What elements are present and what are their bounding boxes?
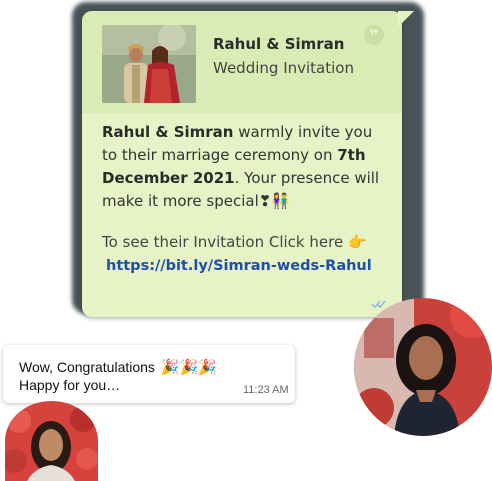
bubble-tail [398,11,414,27]
reply-text-line2: Happy for you… [19,377,121,393]
message-names: Rahul & Simran [102,123,234,141]
message-emoji: ❣👫 [258,192,290,210]
party-popper-emoji: 🎉🎉🎉 [160,359,217,376]
invitation-cta: To see their Invitation Click here 👉 [102,233,367,251]
invitation-link[interactable]: https://bit.ly/Simran-weds-Rahul [106,258,372,274]
avatar-left[interactable] [5,401,98,481]
preview-title: Rahul & Simran [213,35,345,53]
message-body: Rahul & Simran warmly invite you to thei… [102,121,392,213]
reply-text-line1: Wow, Congratulations 🎉🎉🎉 [19,358,217,376]
reply-message-bubble[interactable]: Wow, Congratulations 🎉🎉🎉 Happy for you… … [3,345,295,403]
avatar-right[interactable] [354,298,492,436]
preview-subtitle: Wedding Invitation [213,59,354,77]
reply-timestamp: 11:23 AM [243,384,289,396]
invitation-message-bubble[interactable]: ❞ Rahul & Simran Wedding Invitation Rahu… [82,11,402,317]
reply-congrats: Wow, Congratulations [19,359,155,375]
link-preview[interactable]: ❞ Rahul & Simran Wedding Invitation [82,11,402,113]
couple-photo-thumbnail[interactable] [102,25,196,103]
quote-icon: ❞ [364,25,384,45]
